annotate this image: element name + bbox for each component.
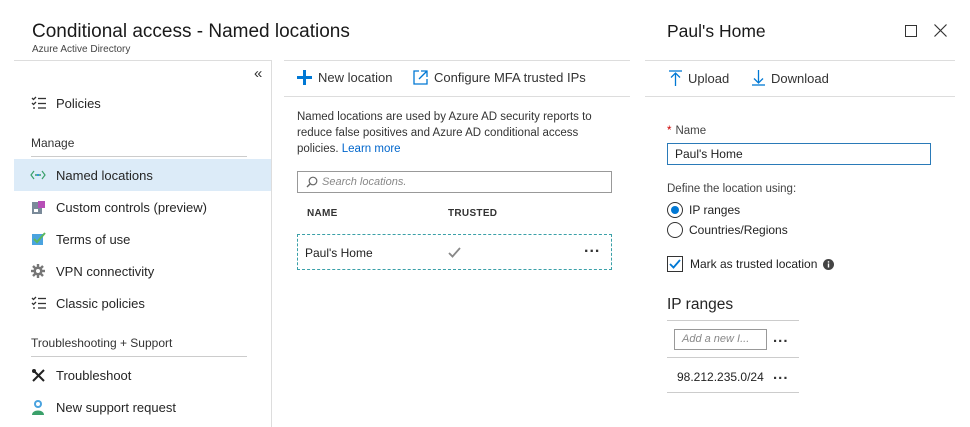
define-location-label: Define the location using: (667, 183, 797, 195)
maximize-icon[interactable] (905, 24, 917, 42)
table-row[interactable]: Paul's Home ... (297, 234, 612, 270)
configure-mfa-button[interactable]: Configure MFA trusted IPs (413, 70, 586, 85)
toolbar: New location Configure MFA trusted IPs (284, 60, 630, 97)
new-ip-input[interactable]: Add a new I... (674, 329, 767, 350)
upload-label: Upload (688, 70, 730, 86)
mark-trusted-checkbox[interactable]: Mark as trusted location (667, 256, 835, 272)
sidebar-item-new-support-request[interactable]: New support request (14, 391, 271, 423)
page-title: Conditional access - Named locations (32, 21, 350, 42)
search-icon (306, 176, 318, 188)
sidebar: « Policies Manage Named locations Custom… (14, 60, 272, 427)
sidebar-item-label: VPN connectivity (56, 263, 155, 279)
sidebar-item-label: Custom controls (preview) (56, 199, 207, 215)
name-field[interactable]: Paul's Home (667, 143, 931, 165)
column-header-name[interactable]: NAME (307, 208, 338, 219)
radio-ip-ranges[interactable]: IP ranges (667, 202, 740, 218)
new-location-button[interactable]: New location (297, 70, 392, 85)
sidebar-item-label: New support request (56, 399, 176, 415)
download-icon (752, 70, 765, 86)
name-label: * Name (667, 125, 706, 137)
gear-icon (30, 263, 46, 279)
ip-range-more-button[interactable]: ... (773, 366, 789, 383)
ip-ranges-list: Add a new I... ... 98.212.235.0/24 ... (667, 320, 799, 393)
mark-trusted-label: Mark as trusted location (690, 257, 818, 271)
ip-ranges-title: IP ranges (667, 296, 734, 313)
name-label-text: Name (675, 125, 707, 137)
radio-label: Countries/Regions (689, 223, 788, 237)
radio-countries-regions[interactable]: Countries/Regions (667, 222, 788, 238)
radio-label: IP ranges (689, 203, 741, 217)
upload-button[interactable]: Upload (669, 70, 729, 86)
collapse-sidebar-button[interactable]: « (254, 65, 262, 82)
custom-controls-icon (30, 199, 46, 215)
new-ip-more-button[interactable]: ... (773, 329, 789, 346)
named-locations-panel: New location Configure MFA trusted IPs N… (284, 60, 630, 427)
tools-icon (30, 367, 46, 383)
radio-button-selected[interactable] (667, 202, 683, 218)
sidebar-item-troubleshoot[interactable]: Troubleshoot (14, 359, 271, 391)
sidebar-item-label: Policies (56, 95, 101, 111)
sidebar-item-policies[interactable]: Policies (14, 87, 271, 119)
sidebar-item-label: Troubleshoot (56, 367, 132, 383)
sidebar-item-label: Named locations (56, 167, 153, 183)
row-name: Paul's Home (305, 246, 373, 260)
row-more-button[interactable]: ... (584, 239, 600, 257)
location-detail-panel: Paul's Home Upload Download * Name Paul's… (645, 0, 970, 427)
list-icon (30, 295, 46, 311)
detail-toolbar: Upload Download (645, 60, 955, 97)
list-icon (30, 95, 46, 111)
plus-icon (297, 70, 312, 85)
sidebar-item-named-locations[interactable]: Named locations (14, 159, 271, 191)
info-icon[interactable] (823, 258, 835, 270)
close-icon[interactable] (934, 24, 947, 42)
sidebar-item-terms-of-use[interactable]: Terms of use (14, 223, 271, 255)
upload-icon (669, 70, 682, 86)
description: Named locations are used by Azure AD sec… (297, 109, 619, 157)
download-label: Download (771, 70, 829, 86)
column-header-trusted[interactable]: TRUSTED (448, 208, 497, 219)
section-header-manage: Manage (31, 136, 247, 157)
sidebar-item-vpn-connectivity[interactable]: VPN connectivity (14, 255, 271, 287)
checkbox-checked[interactable] (667, 256, 683, 272)
terms-of-use-icon (30, 231, 46, 247)
named-locations-icon (30, 167, 46, 183)
section-header-troubleshooting: Troubleshooting + Support (31, 336, 247, 357)
page-subtitle: Azure Active Directory (32, 44, 131, 55)
support-person-icon (30, 399, 46, 415)
detail-title: Paul's Home (667, 21, 766, 41)
sidebar-item-label: Classic policies (56, 295, 145, 311)
search-placeholder: Search locations. (322, 176, 407, 188)
external-link-icon (413, 70, 428, 85)
radio-button[interactable] (667, 222, 683, 238)
sidebar-item-custom-controls[interactable]: Custom controls (preview) (14, 191, 271, 223)
learn-more-link[interactable]: Learn more (342, 143, 401, 155)
configure-mfa-label: Configure MFA trusted IPs (434, 70, 586, 85)
download-button[interactable]: Download (752, 70, 829, 86)
new-location-label: New location (318, 70, 393, 85)
sidebar-item-classic-policies[interactable]: Classic policies (14, 287, 271, 319)
ip-range-value: 98.212.235.0/24 (677, 370, 764, 384)
required-mark: * (667, 125, 672, 137)
sidebar-item-label: Terms of use (56, 231, 131, 247)
search-input[interactable]: Search locations. (297, 171, 612, 193)
checkmark-icon (448, 245, 461, 263)
